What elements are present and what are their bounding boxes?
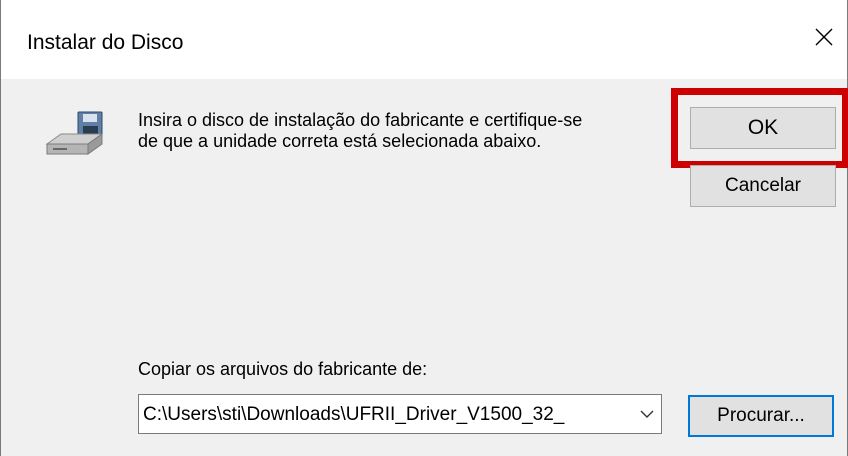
chevron-down-icon[interactable] — [639, 408, 655, 420]
dialog-title: Instalar do Disco — [27, 31, 184, 54]
instruction-message: Insira o disco de instalação do fabrican… — [138, 110, 583, 151]
cancel-button[interactable]: Cancelar — [690, 165, 836, 207]
close-icon — [815, 28, 833, 46]
close-button[interactable] — [801, 14, 847, 60]
floppy-disk-drive-icon — [45, 111, 103, 155]
copy-from-label: Copiar os arquivos do fabricante de: — [138, 359, 428, 379]
title-bar[interactable]: Instalar do Disco — [1, 0, 847, 79]
source-path-value: C:\Users\sti\Downloads\UFRII_Driver_V150… — [143, 404, 565, 425]
install-from-disk-dialog: Instalar do Disco Insira o disco de inst… — [0, 0, 848, 456]
source-path-combobox[interactable]: C:\Users\sti\Downloads\UFRII_Driver_V150… — [138, 394, 662, 434]
ok-button-highlight — [671, 88, 848, 168]
browse-button[interactable]: Procurar... — [688, 395, 834, 437]
